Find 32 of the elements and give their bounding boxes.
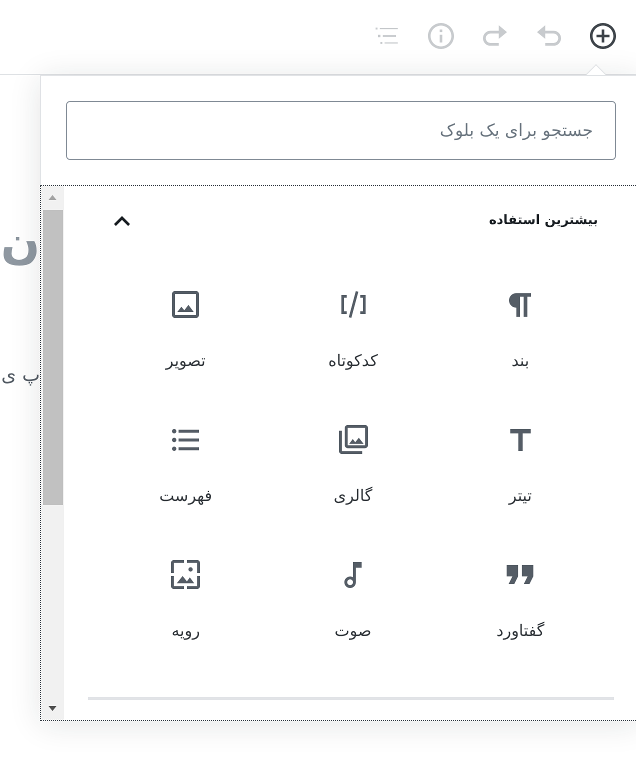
search-field[interactable]: جستجو برای یک بلوک	[66, 101, 616, 160]
music-note-icon	[344, 562, 362, 588]
pilcrow-icon	[509, 292, 532, 316]
block-item[interactable]: رویه	[163, 557, 208, 646]
block-item[interactable]: تصویر	[158, 287, 214, 376]
editor-paragraph-text: پ ی	[1, 363, 40, 388]
editor-title-text: ن	[0, 214, 40, 271]
scroll-down-arrow-icon[interactable]	[48, 706, 57, 711]
chevron-up-icon	[114, 216, 130, 226]
framed-image-icon	[171, 560, 200, 589]
scrollbar-thumb[interactable]	[42, 210, 62, 505]
letter-t-icon	[510, 428, 531, 450]
redo-icon	[483, 25, 507, 46]
block-item[interactable]: فهرست	[151, 422, 220, 511]
quote-icon	[506, 565, 534, 584]
undo-icon	[537, 25, 561, 46]
block-item[interactable]: بند	[501, 287, 540, 376]
block-item[interactable]: کدکوتاه	[320, 287, 386, 376]
block-item[interactable]: گالری	[326, 422, 380, 511]
list-view-icon	[375, 26, 399, 44]
panel-title: بیشترین استفاده	[488, 212, 598, 230]
block-item[interactable]: صوت	[326, 557, 380, 646]
gallery-icon	[338, 425, 368, 454]
block-item[interactable]: گفتاورد	[488, 557, 552, 646]
add-icon	[590, 22, 616, 48]
block-item[interactable]: تیتر	[500, 422, 540, 511]
info-icon	[428, 22, 454, 48]
bracket-slash-icon	[340, 291, 366, 318]
scrollbar[interactable]	[41, 186, 64, 720]
bulleted-list-icon	[172, 428, 200, 450]
image-icon	[172, 291, 200, 318]
scroll-up-arrow-icon[interactable]	[48, 195, 57, 200]
